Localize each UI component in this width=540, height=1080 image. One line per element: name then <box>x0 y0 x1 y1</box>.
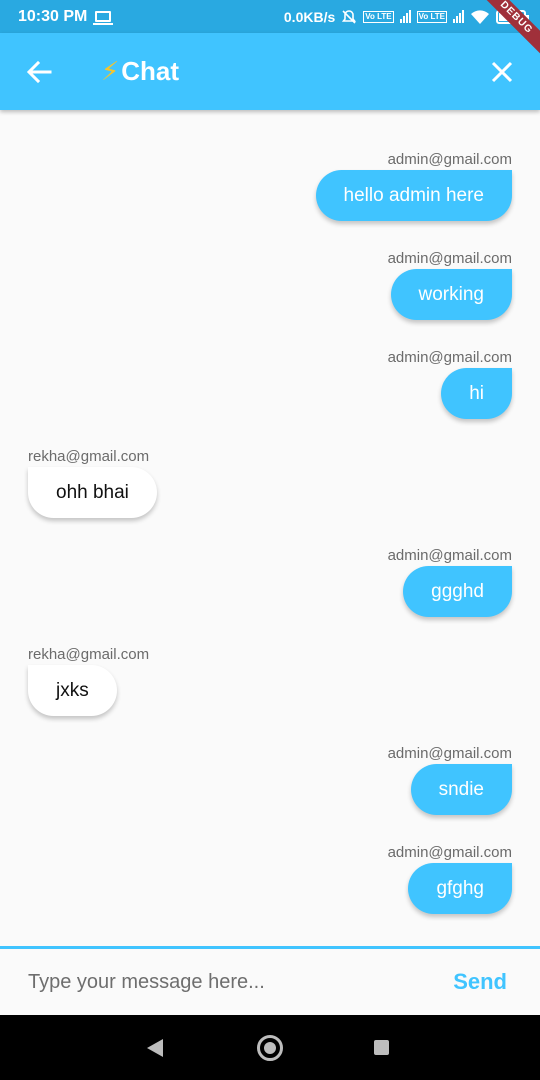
nav-recents-icon[interactable] <box>374 1040 389 1055</box>
message-list[interactable]: admin@gmail.com hello admin here admin@g… <box>0 110 540 946</box>
close-button[interactable] <box>482 52 522 92</box>
message-composer: Send <box>0 946 540 1015</box>
message-sender: admin@gmail.com <box>387 745 512 762</box>
message-bubble[interactable]: sndie <box>410 764 512 815</box>
message-item: admin@gmail.com gfghg <box>388 844 512 914</box>
laptop-icon <box>93 11 114 25</box>
close-icon <box>491 61 513 82</box>
system-nav-bar <box>0 1015 540 1080</box>
status-right: 0.0KB/s Vo LTE Vo LTE <box>283 8 529 25</box>
message-item: admin@gmail.com sndie <box>388 745 512 815</box>
message-bubble[interactable]: hello admin here <box>315 170 512 221</box>
message-sender: admin@gmail.com <box>387 250 512 267</box>
bolt-icon: ⚡ <box>101 56 120 86</box>
signal-icon <box>399 10 411 23</box>
message-bubble[interactable]: jxks <box>28 665 117 716</box>
message-bubble[interactable]: hi <box>441 368 512 419</box>
wifi-icon <box>471 9 489 24</box>
back-button[interactable] <box>19 52 59 92</box>
volte-icon: Vo LTE <box>363 10 394 23</box>
message-sender: admin@gmail.com <box>387 151 512 168</box>
nav-home-icon[interactable] <box>257 1035 283 1061</box>
message-sender: admin@gmail.com <box>387 547 512 564</box>
send-button[interactable]: Send <box>453 969 507 995</box>
app-bar: ⚡ Chat <box>0 33 540 110</box>
message-item: rekha@gmail.com ohh bhai <box>28 448 157 518</box>
message-bubble[interactable]: gfghg <box>408 863 512 914</box>
status-bar: 10:30 PM 0.0KB/s Vo LTE Vo LTE <box>0 0 540 33</box>
message-item: admin@gmail.com hello admin here <box>315 151 512 221</box>
message-item: admin@gmail.com ggghd <box>388 547 512 617</box>
message-sender: rekha@gmail.com <box>28 448 150 465</box>
message-item: admin@gmail.com hi <box>388 349 512 419</box>
status-time: 10:30 PM <box>18 7 88 25</box>
network-speed: 0.0KB/s <box>283 8 336 25</box>
message-bubble[interactable]: ohh bhai <box>28 467 157 518</box>
volte-icon-2: Vo LTE <box>416 10 447 23</box>
message-input[interactable] <box>0 970 454 994</box>
mute-icon <box>342 9 357 24</box>
arrow-back-icon <box>26 60 52 83</box>
message-item: rekha@gmail.com jxks <box>28 646 149 716</box>
signal-icon-2 <box>453 10 464 23</box>
nav-back-icon[interactable] <box>147 1039 163 1057</box>
message-sender: admin@gmail.com <box>387 349 512 366</box>
message-bubble[interactable]: working <box>390 269 512 320</box>
message-bubble[interactable]: ggghd <box>403 566 512 617</box>
message-item: admin@gmail.com working <box>388 250 512 320</box>
page-title: ⚡ Chat <box>101 56 179 87</box>
message-sender: rekha@gmail.com <box>28 646 150 663</box>
message-sender: admin@gmail.com <box>387 844 512 861</box>
title-text: Chat <box>121 56 180 86</box>
